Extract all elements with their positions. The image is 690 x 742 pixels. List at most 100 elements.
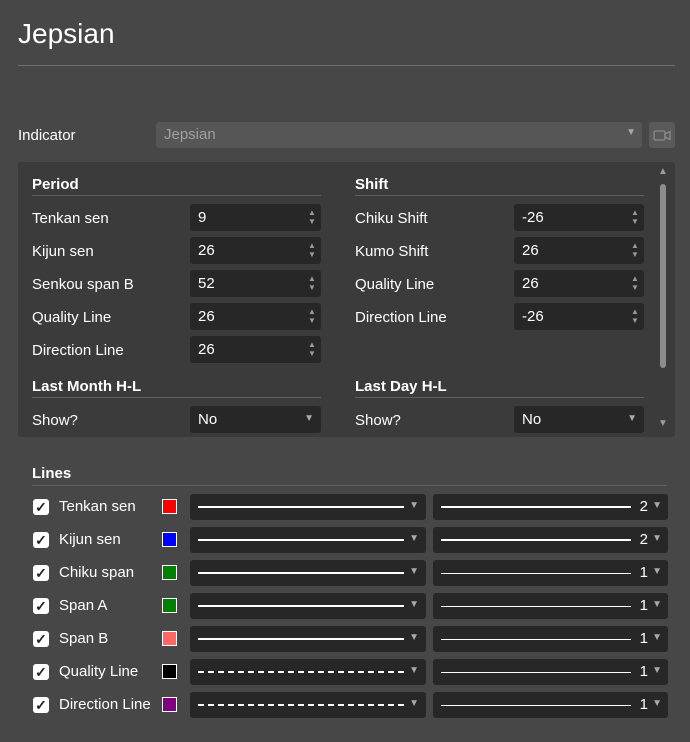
settings-panel: Period Tenkan sen 9 ▲ ▼ Kijun sen 26 ▲ ▼ S… xyxy=(18,162,675,437)
line-style-sample xyxy=(198,605,404,607)
line-width-value: 1 xyxy=(639,564,648,581)
last-month-show-select[interactable]: No ▼ xyxy=(190,406,321,433)
direction-shift-input[interactable]: -26 ▲ ▼ xyxy=(514,303,644,330)
line-visible-checkbox[interactable]: ✓ xyxy=(33,631,49,647)
indicator-label: Indicator xyxy=(18,127,76,144)
scroll-down-icon[interactable]: ▼ xyxy=(658,418,668,429)
chevron-down-icon: ▼ xyxy=(409,599,419,610)
line-color-swatch[interactable] xyxy=(162,598,177,613)
quality-period-value: 26 xyxy=(198,308,215,325)
lines-divider xyxy=(32,485,667,486)
line-width-sample xyxy=(441,573,631,574)
spinner-arrows-icon[interactable]: ▲ ▼ xyxy=(308,340,316,358)
spinner-arrows-icon[interactable]: ▲ ▼ xyxy=(308,307,316,325)
chevron-down-icon: ▼ xyxy=(627,413,637,424)
line-color-swatch[interactable] xyxy=(162,697,177,712)
spinner-arrows-icon[interactable]: ▲ ▼ xyxy=(631,274,639,292)
line-visible-checkbox[interactable]: ✓ xyxy=(33,499,49,515)
line-color-swatch[interactable] xyxy=(162,631,177,646)
video-camera-button[interactable] xyxy=(649,122,675,148)
spinner-arrows-icon[interactable]: ▲ ▼ xyxy=(308,274,316,292)
checkmark-icon: ✓ xyxy=(35,631,47,647)
kijun-period-input[interactable]: 26 ▲ ▼ xyxy=(190,237,321,264)
line-width-select[interactable]: 2 ▼ xyxy=(433,494,668,520)
line-width-select[interactable]: 1 ▼ xyxy=(433,560,668,586)
line-name: Tenkan sen xyxy=(59,498,136,515)
tenkan-period-value: 9 xyxy=(198,209,207,226)
line-style-select[interactable]: ▼ xyxy=(190,659,426,685)
line-width-sample xyxy=(441,606,631,607)
chevron-down-icon: ▼ xyxy=(304,413,314,424)
spinner-arrows-icon[interactable]: ▲ ▼ xyxy=(308,241,316,259)
line-row-direction-line: ✓ Direction Line ▼ 1 ▼ xyxy=(0,692,690,718)
last-day-show-label: Show? xyxy=(355,412,401,429)
line-color-swatch[interactable] xyxy=(162,532,177,547)
line-visible-checkbox[interactable]: ✓ xyxy=(33,664,49,680)
period-label-quality: Quality Line xyxy=(32,309,112,326)
line-visible-checkbox[interactable]: ✓ xyxy=(33,697,49,713)
shift-heading: Shift xyxy=(355,176,389,193)
spinner-arrows-icon[interactable]: ▲ ▼ xyxy=(631,241,639,259)
line-style-select[interactable]: ▼ xyxy=(190,494,426,520)
spinner-arrows-icon[interactable]: ▲ ▼ xyxy=(308,208,316,226)
tenkan-period-input[interactable]: 9 ▲ ▼ xyxy=(190,204,321,231)
line-width-select[interactable]: 1 ▼ xyxy=(433,692,668,718)
chevron-down-icon: ▼ xyxy=(409,698,419,709)
line-width-select[interactable]: 1 ▼ xyxy=(433,593,668,619)
chevron-down-icon: ▼ xyxy=(652,632,662,643)
line-style-select[interactable]: ▼ xyxy=(190,593,426,619)
checkmark-icon: ✓ xyxy=(35,499,47,515)
last-day-show-select[interactable]: No ▼ xyxy=(514,406,644,433)
line-width-value: 1 xyxy=(639,597,648,614)
period-label-tenkan: Tenkan sen xyxy=(32,210,109,227)
chevron-down-icon: ▼ xyxy=(652,533,662,544)
line-color-swatch[interactable] xyxy=(162,565,177,580)
line-visible-checkbox[interactable]: ✓ xyxy=(33,565,49,581)
line-style-sample xyxy=(198,572,404,574)
chiku-shift-input[interactable]: -26 ▲ ▼ xyxy=(514,204,644,231)
line-row-span-a: ✓ Span A ▼ 1 ▼ xyxy=(0,593,690,619)
chevron-down-icon: ▼ xyxy=(652,665,662,676)
line-style-select[interactable]: ▼ xyxy=(190,692,426,718)
line-width-select[interactable]: 1 ▼ xyxy=(433,626,668,652)
line-color-swatch[interactable] xyxy=(162,664,177,679)
line-width-select[interactable]: 2 ▼ xyxy=(433,527,668,553)
line-style-select[interactable]: ▼ xyxy=(190,527,426,553)
quality-shift-input[interactable]: 26 ▲ ▼ xyxy=(514,270,644,297)
direction-period-input[interactable]: 26 ▲ ▼ xyxy=(190,336,321,363)
spinner-arrows-icon[interactable]: ▲ ▼ xyxy=(631,208,639,226)
line-style-select[interactable]: ▼ xyxy=(190,560,426,586)
line-style-sample xyxy=(198,671,404,673)
chevron-down-icon: ▼ xyxy=(652,698,662,709)
line-width-select[interactable]: 1 ▼ xyxy=(433,659,668,685)
period-label-kijun: Kijun sen xyxy=(32,243,94,260)
line-row-tenkan-sen: ✓ Tenkan sen ▼ 2 ▼ xyxy=(0,494,690,520)
indicator-select[interactable]: Jepsian ▼ xyxy=(156,122,642,148)
chevron-down-icon: ▼ xyxy=(409,500,419,511)
line-visible-checkbox[interactable]: ✓ xyxy=(33,598,49,614)
vertical-scrollbar-thumb[interactable] xyxy=(660,184,666,368)
line-style-select[interactable]: ▼ xyxy=(190,626,426,652)
last-day-heading: Last Day H-L xyxy=(355,378,447,395)
line-width-value: 1 xyxy=(639,630,648,647)
line-style-sample xyxy=(198,704,404,706)
line-width-value: 1 xyxy=(639,663,648,680)
checkmark-icon: ✓ xyxy=(35,532,47,548)
title-divider xyxy=(18,65,675,66)
line-row-quality-line: ✓ Quality Line ▼ 1 ▼ xyxy=(0,659,690,685)
line-color-swatch[interactable] xyxy=(162,499,177,514)
senkou-b-period-input[interactable]: 52 ▲ ▼ xyxy=(190,270,321,297)
scroll-up-icon[interactable]: ▲ xyxy=(658,166,668,177)
chevron-down-icon: ▼ xyxy=(626,127,636,138)
quality-period-input[interactable]: 26 ▲ ▼ xyxy=(190,303,321,330)
line-visible-checkbox[interactable]: ✓ xyxy=(33,532,49,548)
last-month-show-label: Show? xyxy=(32,412,78,429)
kumo-shift-input[interactable]: 26 ▲ ▼ xyxy=(514,237,644,264)
line-width-value: 1 xyxy=(639,696,648,713)
shift-label-chiku: Chiku Shift xyxy=(355,210,428,227)
chevron-down-icon: ▼ xyxy=(409,566,419,577)
spinner-arrows-icon[interactable]: ▲ ▼ xyxy=(631,307,639,325)
dialog-title: Jepsian xyxy=(18,18,115,49)
line-style-sample xyxy=(198,539,404,541)
last-month-show-value: No xyxy=(198,411,218,428)
